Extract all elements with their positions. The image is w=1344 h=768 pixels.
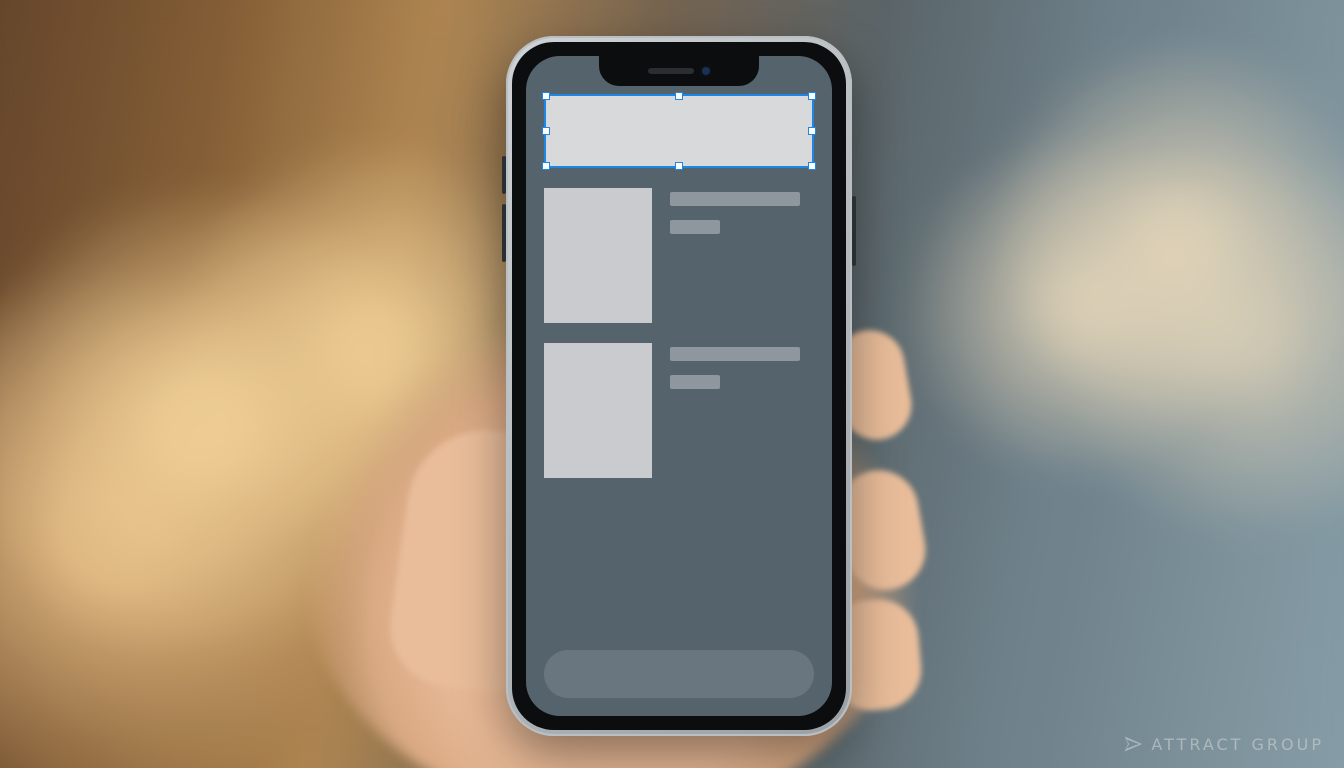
title-placeholder <box>670 347 800 361</box>
paper-plane-icon <box>1123 734 1143 754</box>
resize-handle-tm[interactable] <box>675 92 683 100</box>
title-placeholder <box>670 192 800 206</box>
phone-bezel <box>512 42 846 730</box>
text-placeholder-group <box>670 343 800 478</box>
image-placeholder <box>544 188 652 323</box>
bottom-bar-placeholder[interactable] <box>544 650 814 698</box>
resize-handle-bl[interactable] <box>542 162 550 170</box>
watermark-label: ATTRACT GROUP <box>1151 735 1324 754</box>
volume-down-button[interactable] <box>502 204 506 262</box>
resize-handle-br[interactable] <box>808 162 816 170</box>
header-placeholder-selected[interactable] <box>544 94 814 168</box>
subtitle-placeholder <box>670 375 720 389</box>
list-item[interactable] <box>544 188 814 323</box>
volume-up-button[interactable] <box>502 156 506 194</box>
image-placeholder <box>544 343 652 478</box>
phone-screen <box>526 56 832 716</box>
power-button[interactable] <box>852 196 856 266</box>
resize-handle-ml[interactable] <box>542 127 550 135</box>
list-item[interactable] <box>544 343 814 478</box>
resize-handle-tr[interactable] <box>808 92 816 100</box>
resize-handle-tl[interactable] <box>542 92 550 100</box>
resize-handle-bm[interactable] <box>675 162 683 170</box>
text-placeholder-group <box>670 188 800 323</box>
wireframe-canvas[interactable] <box>526 56 832 716</box>
scene-background: ATTRACT GROUP <box>0 0 1344 768</box>
resize-handle-mr[interactable] <box>808 127 816 135</box>
subtitle-placeholder <box>670 220 720 234</box>
watermark: ATTRACT GROUP <box>1123 734 1324 754</box>
phone-device <box>506 36 852 736</box>
